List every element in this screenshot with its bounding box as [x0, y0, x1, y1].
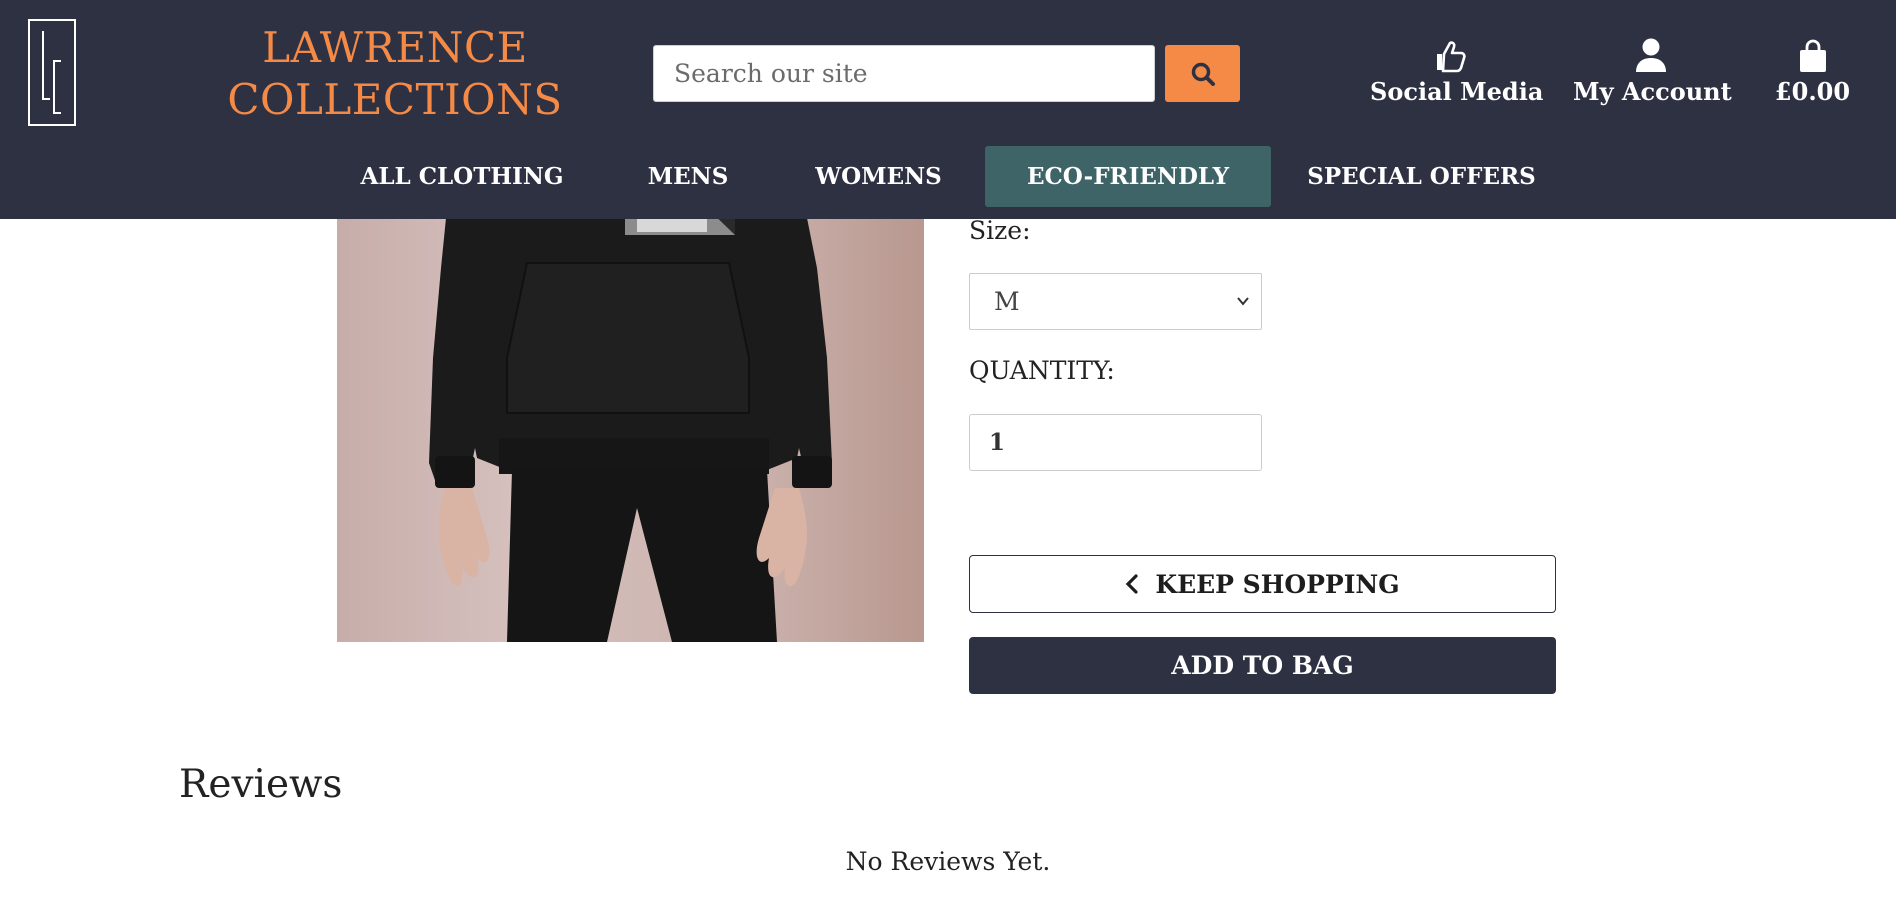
- thumbs-up-icon: [1370, 33, 1530, 73]
- main-nav: ALL CLOTHING MENS WOMENS ECO-FRIENDLY SP…: [0, 146, 1896, 208]
- nav-item-mens[interactable]: MENS: [624, 146, 752, 207]
- search-icon: [1191, 62, 1215, 86]
- keep-shopping-button[interactable]: KEEP SHOPPING: [969, 555, 1556, 613]
- logo-mark-icon: [42, 31, 61, 114]
- brand-name[interactable]: LAWRENCE COLLECTIONS: [200, 22, 590, 126]
- reviews-heading: Reviews: [179, 762, 343, 807]
- social-media-link[interactable]: Social Media: [1370, 33, 1544, 106]
- nav-item-special-offers[interactable]: SPECIAL OFFERS: [1299, 146, 1544, 207]
- quantity-label: QUANTITY:: [969, 356, 1115, 385]
- search-input[interactable]: [653, 45, 1155, 102]
- hoodie-photo: [429, 208, 832, 642]
- site-header: LAWRENCE COLLECTIONS Social Media My Acc…: [0, 0, 1896, 219]
- nav-item-eco-friendly[interactable]: ECO-FRIENDLY: [985, 146, 1271, 207]
- nav-item-womens[interactable]: WOMENS: [797, 146, 960, 207]
- brand-line-2: COLLECTIONS: [227, 75, 563, 124]
- chevron-left-icon: [1126, 574, 1138, 594]
- cart-link[interactable]: £0.00: [1770, 33, 1855, 106]
- social-media-label: Social Media: [1370, 77, 1544, 106]
- quantity-input[interactable]: [969, 414, 1262, 471]
- keep-shopping-label: KEEP SHOPPING: [1155, 569, 1400, 599]
- product-image: [337, 208, 924, 642]
- add-to-bag-button[interactable]: ADD TO BAG: [969, 637, 1556, 694]
- size-label: Size:: [969, 216, 1031, 245]
- user-icon: [1573, 33, 1728, 73]
- my-account-link[interactable]: My Account: [1573, 33, 1732, 106]
- search-button[interactable]: [1165, 45, 1240, 102]
- cart-total: £0.00: [1774, 77, 1851, 106]
- no-reviews-text: No Reviews Yet.: [845, 847, 1051, 876]
- nav-item-all-clothing[interactable]: ALL CLOTHING: [349, 146, 575, 207]
- size-selected-value: M: [994, 287, 1020, 316]
- my-account-label: My Account: [1573, 77, 1732, 106]
- brand-line-1: LAWRENCE: [262, 23, 528, 72]
- size-select[interactable]: M: [969, 273, 1262, 330]
- shopping-bag-icon: [1770, 33, 1855, 73]
- chevron-down-icon: [1237, 297, 1249, 306]
- site-logo[interactable]: [28, 19, 76, 126]
